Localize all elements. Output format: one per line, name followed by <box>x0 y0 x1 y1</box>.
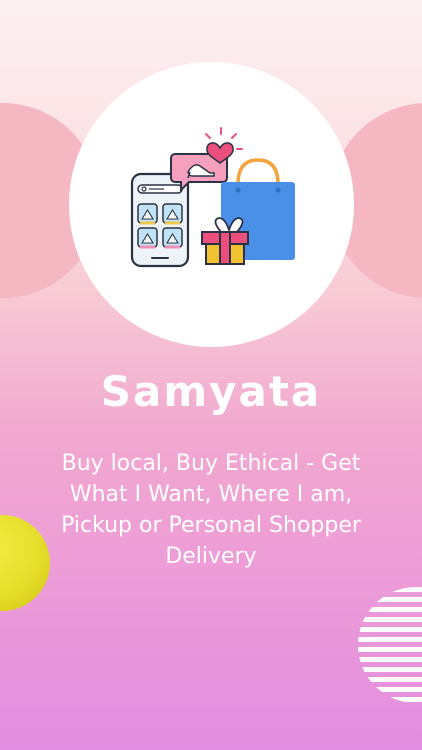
decorative-striped-circle <box>358 587 422 702</box>
splash-screen: Samyata Buy local, Buy Ethical - Get Wha… <box>0 0 422 750</box>
shopping-illustration-icon <box>130 127 295 268</box>
gift-box-icon <box>201 217 249 265</box>
app-title: Samyata <box>100 367 322 416</box>
app-tagline: Buy local, Buy Ethical - Get What I Want… <box>61 451 361 569</box>
smartphone-icon <box>130 172 190 268</box>
